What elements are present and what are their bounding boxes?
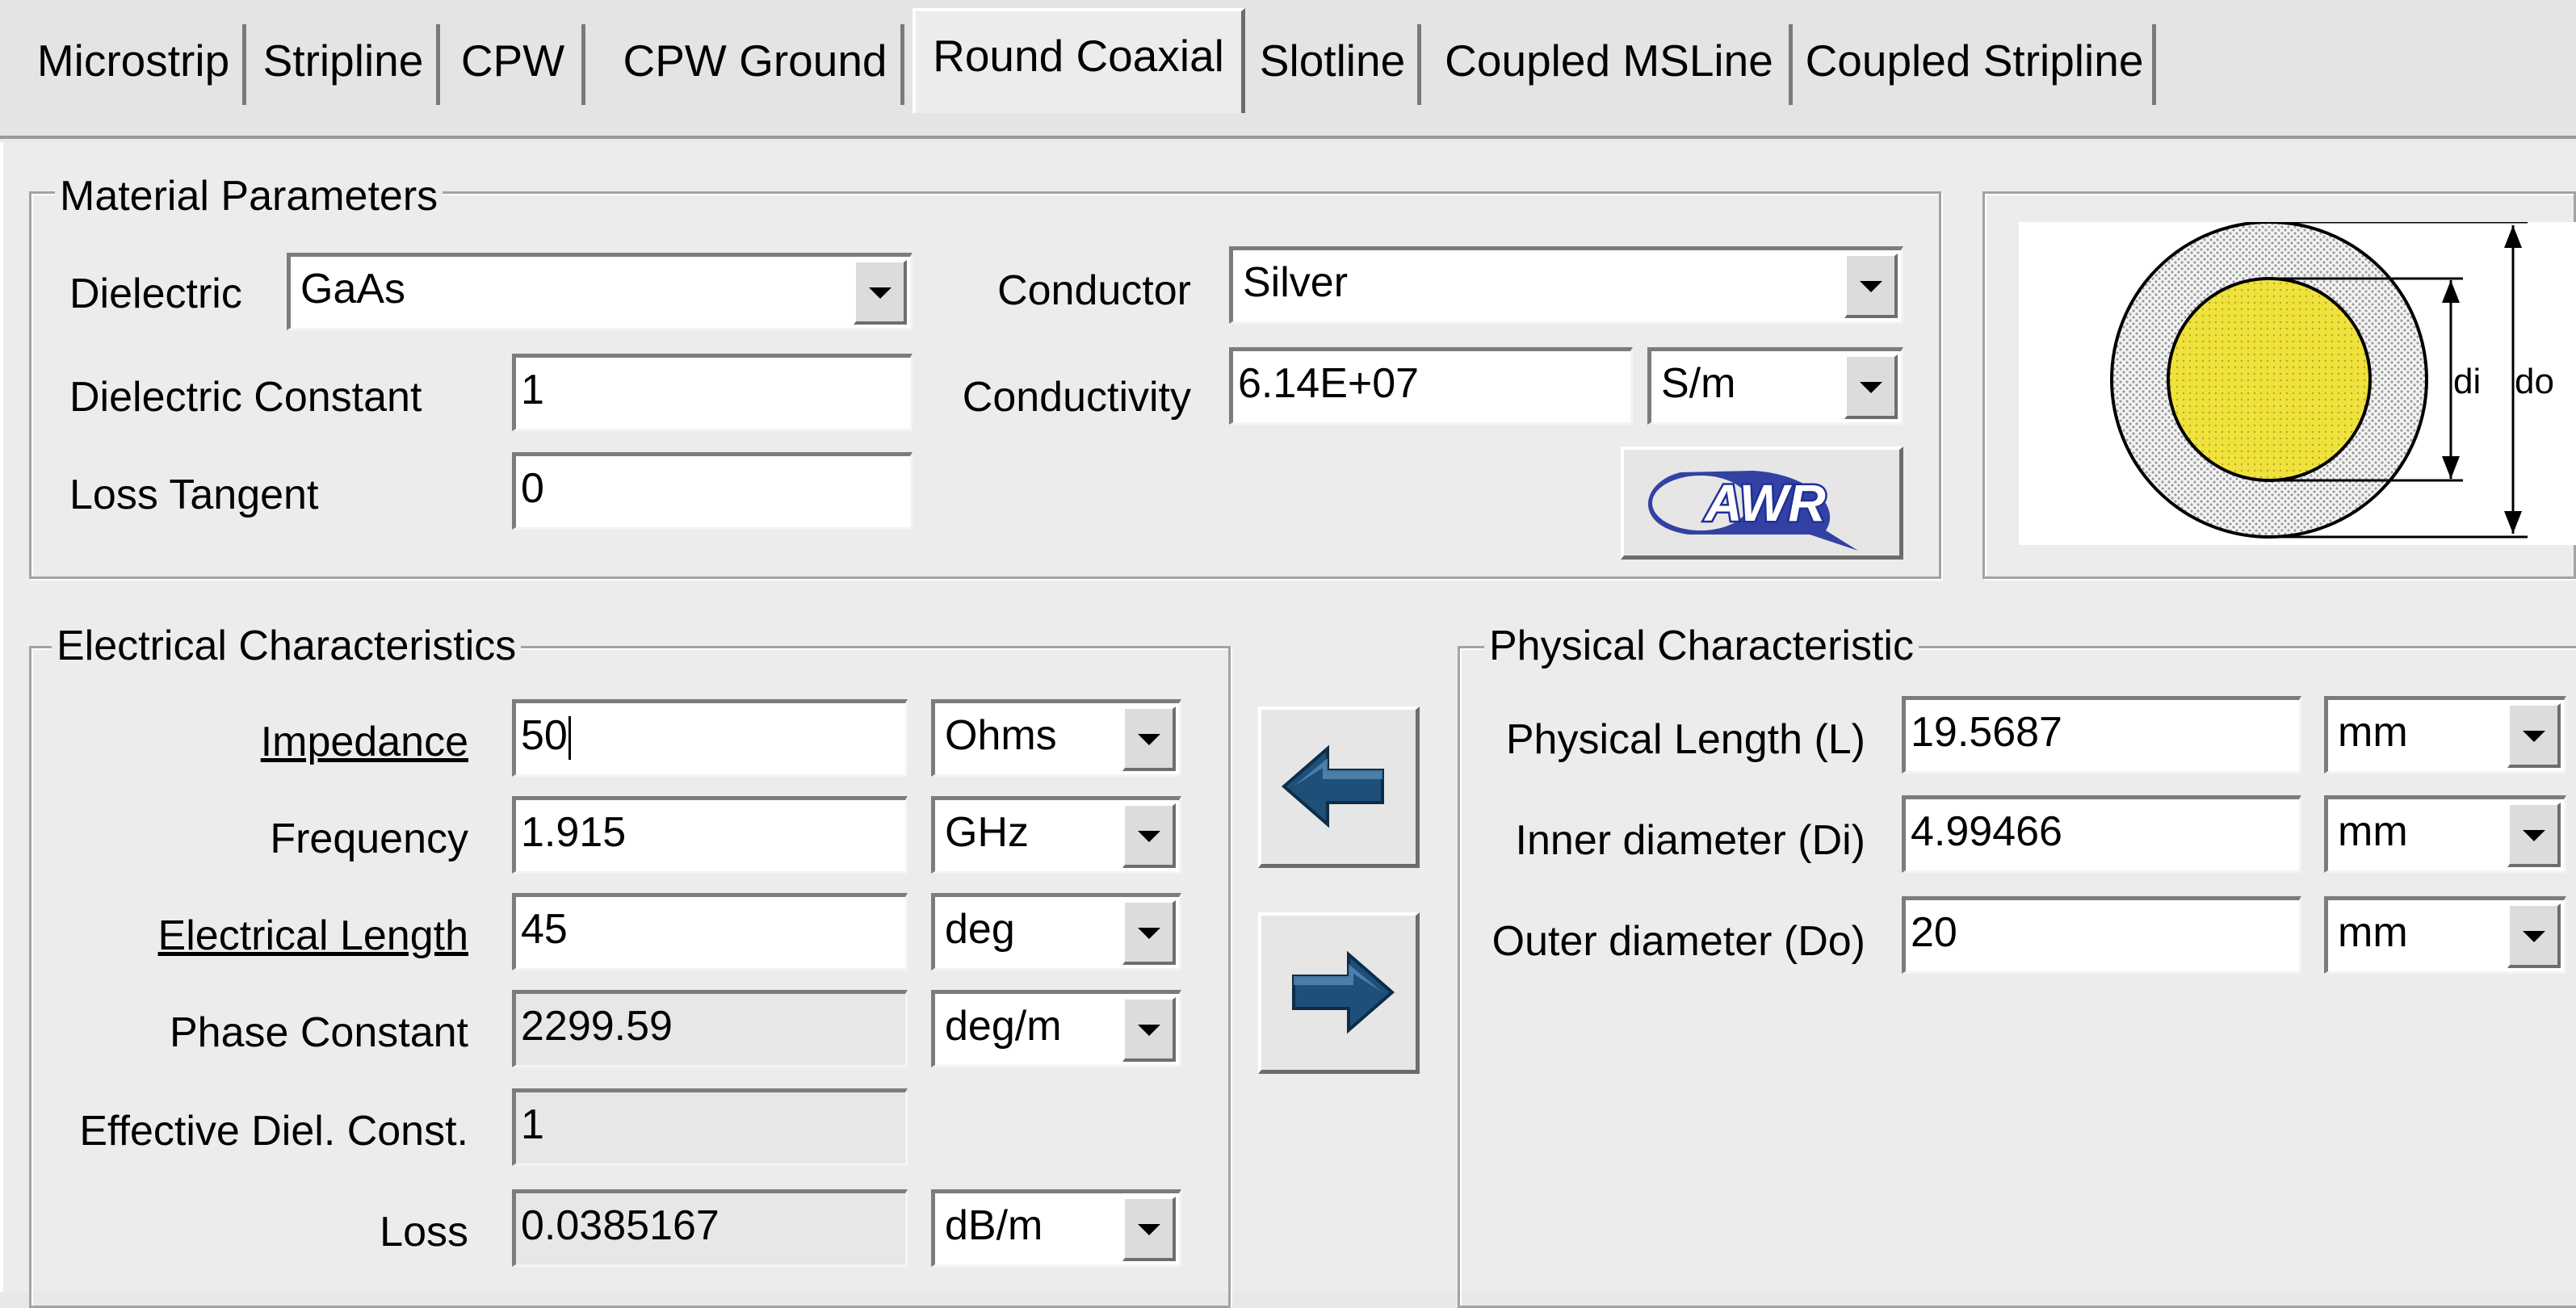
dielectric-dropdown-button[interactable] — [854, 260, 907, 325]
conductor-value: Silver — [1243, 259, 1349, 306]
chevron-down-icon — [2522, 930, 2545, 942]
impedance-input[interactable]: 50 — [512, 699, 908, 777]
inner-diameter-input[interactable]: 4.99466 — [1902, 795, 2301, 873]
conductivity-unit-select[interactable]: S/m — [1647, 347, 1903, 425]
phase-constant-unit-select[interactable]: deg/m — [931, 990, 1181, 1067]
physical-length-unit-dropdown-button[interactable] — [2507, 703, 2561, 768]
impedance-value: 50 — [521, 712, 568, 759]
phase-constant-unit-dropdown-button[interactable] — [1122, 997, 1176, 1062]
physical-length-unit-value: mm — [2338, 709, 2408, 756]
chevron-down-icon — [1137, 830, 1160, 842]
tab-stripline[interactable]: Stripline — [250, 24, 440, 105]
coax-diagram: di do — [2019, 220, 2576, 545]
inner-diameter-unit-select[interactable]: mm — [2324, 795, 2566, 873]
impedance-unit-select[interactable]: Ohms — [931, 699, 1181, 777]
awr-logo: AWR — [1648, 471, 1858, 551]
physical-length-input[interactable]: 19.5687 — [1902, 696, 2301, 773]
frequency-label: Frequency — [270, 815, 468, 862]
dielectric-label: Dielectric — [69, 270, 242, 317]
impedance-label[interactable]: Impedance — [81, 721, 468, 763]
electrical-characteristics-title: Electrical Characteristics — [52, 622, 522, 670]
di-label: di — [2453, 362, 2481, 401]
dielectric-constant-input[interactable]: 1 — [512, 354, 913, 431]
tab-slotline[interactable]: Slotline — [1248, 24, 1421, 105]
outer-diameter-unit-select[interactable]: mm — [2324, 896, 2566, 974]
physical-characteristic-title: Physical Characteristic — [1484, 622, 1919, 670]
frequency-input[interactable]: 1.915 — [512, 796, 908, 874]
impedance-unit-dropdown-button[interactable] — [1122, 706, 1176, 771]
chevron-down-icon — [868, 287, 892, 299]
conductivity-unit-value: S/m — [1661, 360, 1736, 407]
phase-constant-label: Phase Constant — [169, 1009, 468, 1056]
dielectric-constant-label: Dielectric Constant — [69, 374, 422, 421]
conductor-label: Conductor — [997, 267, 1191, 314]
loss-unit-value: dB/m — [945, 1202, 1043, 1249]
inner-diameter-label: Inner diameter (Di) — [1515, 817, 1865, 864]
awr-logo-text: AWR — [1703, 474, 1825, 532]
outer-diameter-unit-value: mm — [2338, 909, 2408, 956]
chevron-down-icon — [1137, 1223, 1160, 1235]
conductivity-label: Conductivity — [962, 374, 1191, 421]
electrical-length-input[interactable]: 45 — [512, 893, 908, 971]
tab-coupled-stripline[interactable]: Coupled Stripline — [1797, 24, 2156, 105]
arrow-right-icon — [1292, 950, 1395, 1034]
chevron-down-icon — [1137, 1024, 1160, 1036]
frequency-unit-select[interactable]: GHz — [931, 796, 1181, 874]
tab-coupled-msline[interactable]: Coupled MSLine — [1429, 24, 1793, 105]
phase-constant-output: 2299.59 — [512, 990, 908, 1067]
chevron-down-icon — [1137, 927, 1160, 939]
electrical-length-unit-select[interactable]: deg — [931, 893, 1181, 971]
phase-constant-unit-value: deg/m — [945, 1003, 1062, 1050]
chevron-down-icon — [1137, 733, 1160, 745]
physical-length-label: Physical Length (L) — [1505, 716, 1865, 763]
tab-cpw-ground[interactable]: CPW Ground — [610, 24, 904, 105]
do-label: do — [2515, 362, 2554, 401]
effective-diel-const-output: 1 — [512, 1088, 908, 1166]
conductivity-input[interactable]: 6.14E+07 — [1229, 347, 1633, 425]
effective-diel-const-label: Effective Diel. Const. — [79, 1108, 468, 1155]
text-caret — [568, 716, 571, 761]
arrow-left-icon — [1281, 744, 1384, 828]
loss-tangent-label: Loss Tangent — [69, 472, 319, 518]
loss-unit-select[interactable]: dB/m — [931, 1189, 1181, 1267]
tab-strip: Microstrip Stripline CPW CPW Ground Roun… — [0, 0, 2576, 139]
inner-diameter-unit-dropdown-button[interactable] — [2507, 803, 2561, 867]
loss-tangent-input[interactable]: 0 — [512, 452, 913, 530]
dielectric-select[interactable]: GaAs — [287, 253, 913, 330]
analyze-button[interactable] — [1258, 912, 1420, 1074]
impedance-unit-value: Ohms — [945, 712, 1057, 759]
physical-length-unit-select[interactable]: mm — [2324, 696, 2566, 773]
synthesize-button[interactable] — [1258, 706, 1420, 868]
dielectric-value: GaAs — [300, 266, 406, 312]
chevron-down-icon — [2522, 730, 2545, 742]
chevron-down-icon — [1859, 280, 1882, 292]
frequency-unit-value: GHz — [945, 809, 1029, 856]
inner-diameter-unit-value: mm — [2338, 808, 2408, 855]
electrical-length-unit-value: deg — [945, 906, 1015, 953]
chevron-down-icon — [2522, 829, 2545, 841]
tab-cpw[interactable]: CPW — [444, 24, 585, 105]
tab-microstrip[interactable]: Microstrip — [24, 24, 246, 105]
conductor-dropdown-button[interactable] — [1844, 254, 1898, 318]
outer-diameter-label: Outer diameter (Do) — [1491, 918, 1865, 965]
conductor-select[interactable]: Silver — [1229, 246, 1903, 324]
loss-label: Loss — [380, 1209, 468, 1256]
awr-logo-button[interactable]: AWR — [1621, 446, 1903, 560]
material-parameters-title: Material Parameters — [55, 172, 443, 220]
coax-cross-section-icon: di do — [2110, 220, 2554, 539]
frequency-unit-dropdown-button[interactable] — [1122, 803, 1176, 868]
outer-diameter-input[interactable]: 20 — [1902, 896, 2301, 974]
electrical-length-label[interactable]: Electrical Length — [48, 915, 468, 957]
loss-output: 0.0385167 — [512, 1189, 908, 1267]
loss-unit-dropdown-button[interactable] — [1122, 1197, 1176, 1261]
tab-round-coaxial[interactable]: Round Coaxial — [913, 8, 1245, 113]
chevron-down-icon — [1859, 381, 1882, 393]
outer-diameter-unit-dropdown-button[interactable] — [2507, 903, 2561, 968]
electrical-length-unit-dropdown-button[interactable] — [1122, 900, 1176, 965]
conductivity-unit-dropdown-button[interactable] — [1844, 354, 1898, 419]
